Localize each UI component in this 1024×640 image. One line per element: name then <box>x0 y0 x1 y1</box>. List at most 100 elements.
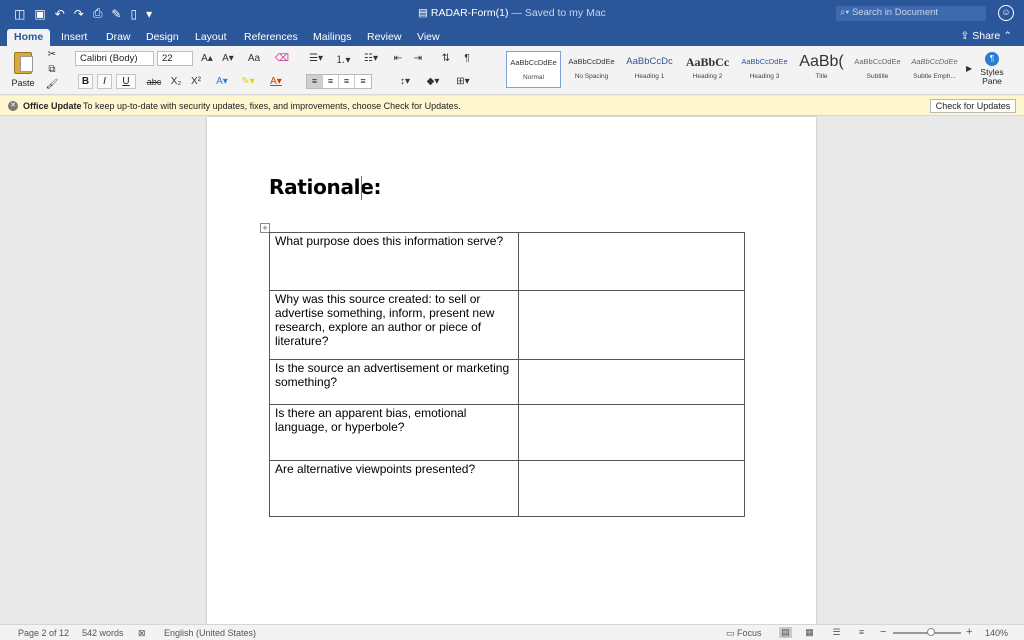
web-layout-icon[interactable]: ▦ <box>803 627 816 638</box>
title-bar: ◫ ▣ ↶ ↷ ⎙ ✎ ▯ ▾ ▤ RADAR-Form(1) — Saved … <box>0 0 1024 27</box>
search-placeholder: Search in Document <box>851 7 939 18</box>
increase-indent-icon[interactable]: ⇥ <box>410 51 426 66</box>
tab-insert[interactable]: Insert <box>61 29 87 46</box>
style-heading-2[interactable]: AaBbCc Heading 2 <box>680 51 735 88</box>
show-formatting-icon[interactable]: ¶ <box>459 51 475 66</box>
language-label[interactable]: English (United States) <box>164 628 256 638</box>
text-effects-icon[interactable]: A▾ <box>212 74 232 89</box>
draft-view-icon[interactable]: ≡ <box>855 627 868 638</box>
align-left-icon[interactable]: ≡ <box>307 75 323 88</box>
sort-icon[interactable]: ⇅ <box>438 51 454 66</box>
font-color-icon[interactable]: A▾ <box>264 74 288 89</box>
superscript-button[interactable]: X² <box>188 74 204 89</box>
styles-pane-label: Styles Pane <box>980 67 1004 86</box>
proofing-icon[interactable]: ⊠ <box>138 628 146 639</box>
message-title: Office Update <box>23 101 82 111</box>
rationale-heading[interactable]: Rationale: <box>269 175 382 199</box>
answer-cell[interactable] <box>517 404 746 461</box>
align-right-icon[interactable]: ≡ <box>339 75 355 88</box>
question-cell[interactable]: Is the source an advertisement or market… <box>269 359 519 405</box>
answer-cell[interactable] <box>517 232 746 291</box>
style-subtle-emphasis[interactable]: AaBbCcDdEe Subtle Emph... <box>907 51 962 88</box>
styles-pane-button[interactable]: ¶ Styles Pane <box>980 52 1004 86</box>
check-for-updates-button[interactable]: Check for Updates <box>930 99 1016 113</box>
borders-icon[interactable]: ⊞▾ <box>450 74 476 89</box>
word-count[interactable]: 542 words <box>82 628 124 638</box>
ribbon-home: Paste ✂ ⧉ 🖌 Calibri (Body) 22 A▴ A▾ Aa ⌫… <box>0 46 1024 95</box>
line-spacing-icon[interactable]: ↕▾ <box>394 74 416 89</box>
styles-pane-icon: ¶ <box>985 52 999 66</box>
question-cell[interactable]: Is there an apparent bias, emotional lan… <box>269 404 519 461</box>
style-preview: AaBbCcDdEe <box>568 57 615 66</box>
style-subtitle[interactable]: AaBbCcDdEe Subtitle <box>850 51 905 88</box>
copy-icon[interactable]: ⧉ <box>46 63 58 75</box>
numbering-icon[interactable]: ⒈▾ <box>332 51 354 66</box>
search-input[interactable]: ⌕▾ Search in Document <box>836 6 986 21</box>
table-row: Why was this source created: to sell or … <box>269 290 746 360</box>
styles-gallery: AaBbCcDdEe Normal AaBbCcDdEe No Spacing … <box>505 50 965 90</box>
change-case-icon[interactable]: Aa <box>245 51 263 66</box>
document-name: RADAR-Form(1) <box>430 7 509 19</box>
decrease-indent-icon[interactable]: ⇤ <box>390 51 406 66</box>
grow-font-icon[interactable]: A▴ <box>199 51 215 66</box>
justify-icon[interactable]: ≡ <box>355 75 371 88</box>
subscript-button[interactable]: X₂ <box>168 74 184 89</box>
text-cursor <box>361 176 362 200</box>
clear-formatting-icon[interactable]: ⌫ <box>273 51 291 66</box>
answer-cell[interactable] <box>517 460 746 517</box>
font-size-select[interactable]: 22 <box>157 51 193 66</box>
zoom-out-icon[interactable]: − <box>880 626 886 638</box>
close-icon[interactable]: ✕ <box>8 101 18 111</box>
paste-button[interactable]: Paste <box>6 50 40 90</box>
align-center-icon[interactable]: ≡ <box>323 75 339 88</box>
tab-design[interactable]: Design <box>146 29 179 46</box>
strikethrough-button[interactable]: abc <box>144 74 164 89</box>
gallery-more-icon[interactable]: ▶ <box>966 64 972 73</box>
multilevel-list-icon[interactable]: ☷▾ <box>360 51 382 66</box>
word-doc-icon: ▤ <box>418 7 428 19</box>
bullets-icon[interactable]: ☰▾ <box>305 51 327 66</box>
question-cell[interactable]: What purpose does this information serve… <box>269 232 519 291</box>
style-heading-1[interactable]: AaBbCcDc Heading 1 <box>622 51 677 88</box>
style-title[interactable]: AaBb( Title <box>794 51 849 88</box>
style-heading-3[interactable]: AaBbCcDdEe Heading 3 <box>737 51 792 88</box>
style-normal[interactable]: AaBbCcDdEe Normal <box>506 51 561 88</box>
tab-review[interactable]: Review <box>367 29 401 46</box>
answer-cell[interactable] <box>517 359 746 405</box>
outline-view-icon[interactable]: ☰ <box>830 627 843 638</box>
highlight-icon[interactable]: ✎▾ <box>238 74 258 89</box>
shrink-font-icon[interactable]: A▾ <box>220 51 236 66</box>
shading-icon[interactable]: ◆▾ <box>422 74 444 89</box>
format-painter-icon[interactable]: 🖌 <box>46 78 59 90</box>
answer-cell[interactable] <box>517 290 746 360</box>
focus-button[interactable]: ▭ Focus <box>726 628 762 639</box>
underline-button[interactable]: U <box>116 74 136 89</box>
tab-mailings[interactable]: Mailings <box>313 29 352 46</box>
style-name: Normal <box>523 74 544 81</box>
question-cell[interactable]: Why was this source created: to sell or … <box>269 290 519 360</box>
saved-status: — Saved to my Mac <box>508 7 606 19</box>
font-name-select[interactable]: Calibri (Body) <box>75 51 154 66</box>
print-layout-icon[interactable]: ▤ <box>779 627 792 638</box>
italic-button[interactable]: I <box>97 74 112 89</box>
style-no-spacing[interactable]: AaBbCcDdEe No Spacing <box>564 51 619 88</box>
tab-home[interactable]: Home <box>7 29 51 46</box>
document-page[interactable]: Rationale: + What purpose does this info… <box>207 117 816 624</box>
alignment-group: ≡ ≡ ≡ ≡ <box>306 74 372 89</box>
zoom-level[interactable]: 140% <box>985 628 1008 638</box>
tab-references[interactable]: References <box>244 29 298 46</box>
bold-button[interactable]: B <box>78 74 93 89</box>
tab-draw[interactable]: Draw <box>106 29 131 46</box>
share-button[interactable]: ⇪ Share ⌃ <box>961 30 1012 42</box>
collapse-ribbon-icon[interactable]: ⌃ <box>1003 30 1012 42</box>
tab-layout[interactable]: Layout <box>195 29 227 46</box>
smiley-feedback-icon[interactable]: ☺ <box>998 5 1014 21</box>
question-cell[interactable]: Are alternative viewpoints presented? <box>269 460 519 517</box>
style-name: Heading 3 <box>749 73 780 80</box>
tab-view[interactable]: View <box>417 29 440 46</box>
cut-icon[interactable]: ✂ <box>46 48 58 60</box>
zoom-slider-thumb[interactable] <box>927 628 935 636</box>
style-name: No Spacing <box>574 73 609 80</box>
page-count[interactable]: Page 2 of 12 <box>18 628 69 638</box>
zoom-in-icon[interactable]: + <box>966 626 972 638</box>
